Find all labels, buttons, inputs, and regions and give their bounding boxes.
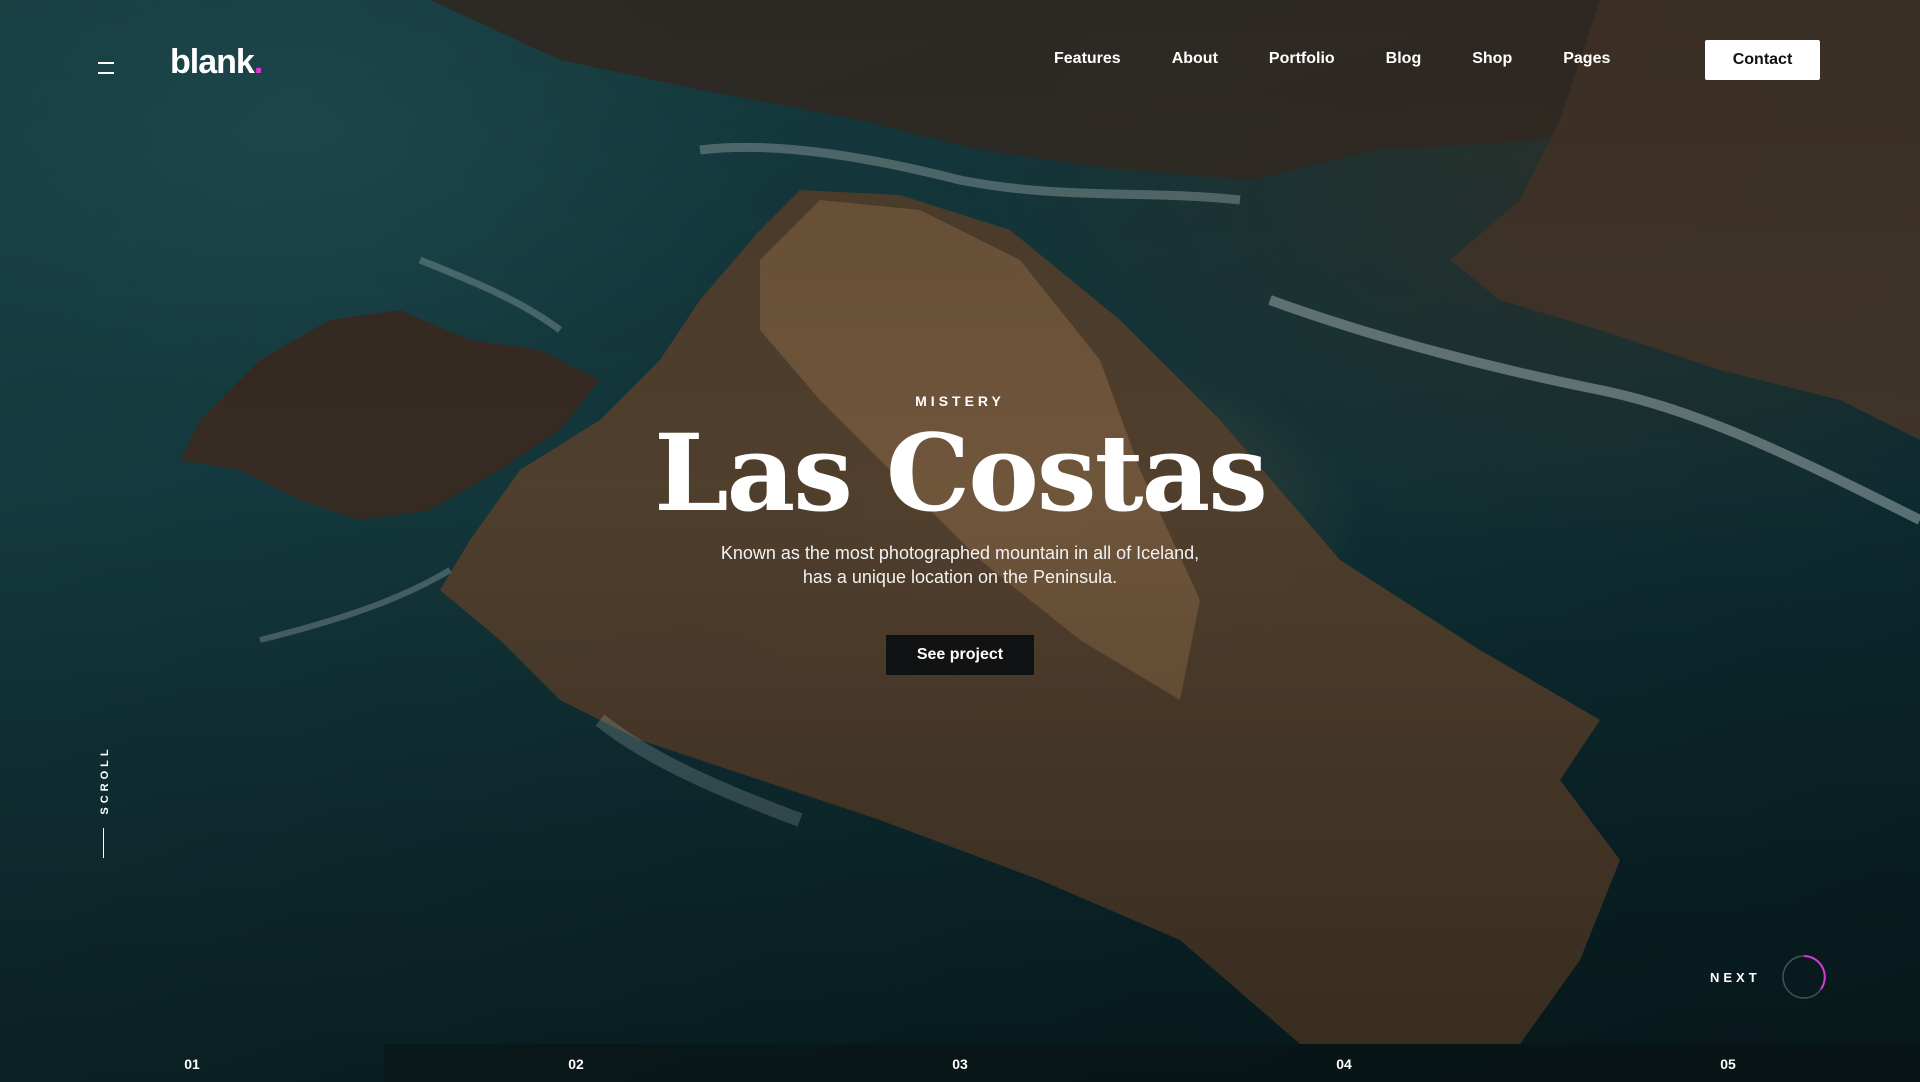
hero-section: MISTERY Las Costas Known as the most pho… xyxy=(0,393,1920,675)
contact-button[interactable]: Contact xyxy=(1705,40,1820,80)
pager-item-04[interactable]: 04 xyxy=(1152,1044,1536,1082)
nav-item-about[interactable]: About xyxy=(1172,50,1218,68)
pager-item-01[interactable]: 01 xyxy=(0,1044,384,1082)
hero-title: Las Costas xyxy=(654,410,1268,535)
pager-label: 05 xyxy=(1720,1056,1736,1072)
pager-label: 03 xyxy=(952,1056,968,1072)
nav-item-pages[interactable]: Pages xyxy=(1563,50,1610,68)
progress-ring-icon xyxy=(1781,955,1826,999)
scroll-indicator[interactable]: SCROLL xyxy=(96,742,114,862)
pager-label: 01 xyxy=(184,1056,200,1072)
nav-item-blog[interactable]: Blog xyxy=(1386,50,1422,68)
logo-dot: . xyxy=(253,43,264,81)
hamburger-menu-icon[interactable] xyxy=(98,62,116,74)
hero-description: Known as the most photographed mountain … xyxy=(0,541,1920,589)
scroll-line xyxy=(103,828,104,858)
next-slide-button[interactable]: NEXT xyxy=(1710,954,1827,1000)
pager-item-05[interactable]: 05 xyxy=(1536,1044,1920,1082)
pager-label: 04 xyxy=(1336,1056,1352,1072)
site-logo[interactable]: blank. xyxy=(170,43,264,82)
hero-description-line-2: has a unique location on the Peninsula. xyxy=(802,567,1118,587)
nav-item-features[interactable]: Features xyxy=(1054,50,1121,68)
next-label: NEXT xyxy=(1710,969,1761,985)
scroll-label: SCROLL xyxy=(99,745,111,815)
slide-pager: 01 02 03 04 05 xyxy=(0,1044,1920,1082)
pager-item-02[interactable]: 02 xyxy=(384,1044,768,1082)
hero-description-line-1: Known as the most photographed mountain … xyxy=(720,543,1200,563)
pager-item-03[interactable]: 03 xyxy=(768,1044,1152,1082)
hero-eyebrow: MISTERY xyxy=(915,393,1005,409)
nav-item-portfolio[interactable]: Portfolio xyxy=(1269,50,1335,68)
nav-item-shop[interactable]: Shop xyxy=(1472,50,1512,68)
pager-label: 02 xyxy=(568,1056,584,1072)
main-nav: Features About Portfolio Blog Shop Pages xyxy=(1054,50,1661,68)
logo-text: blank xyxy=(170,43,255,81)
see-project-button[interactable]: See project xyxy=(886,635,1034,675)
